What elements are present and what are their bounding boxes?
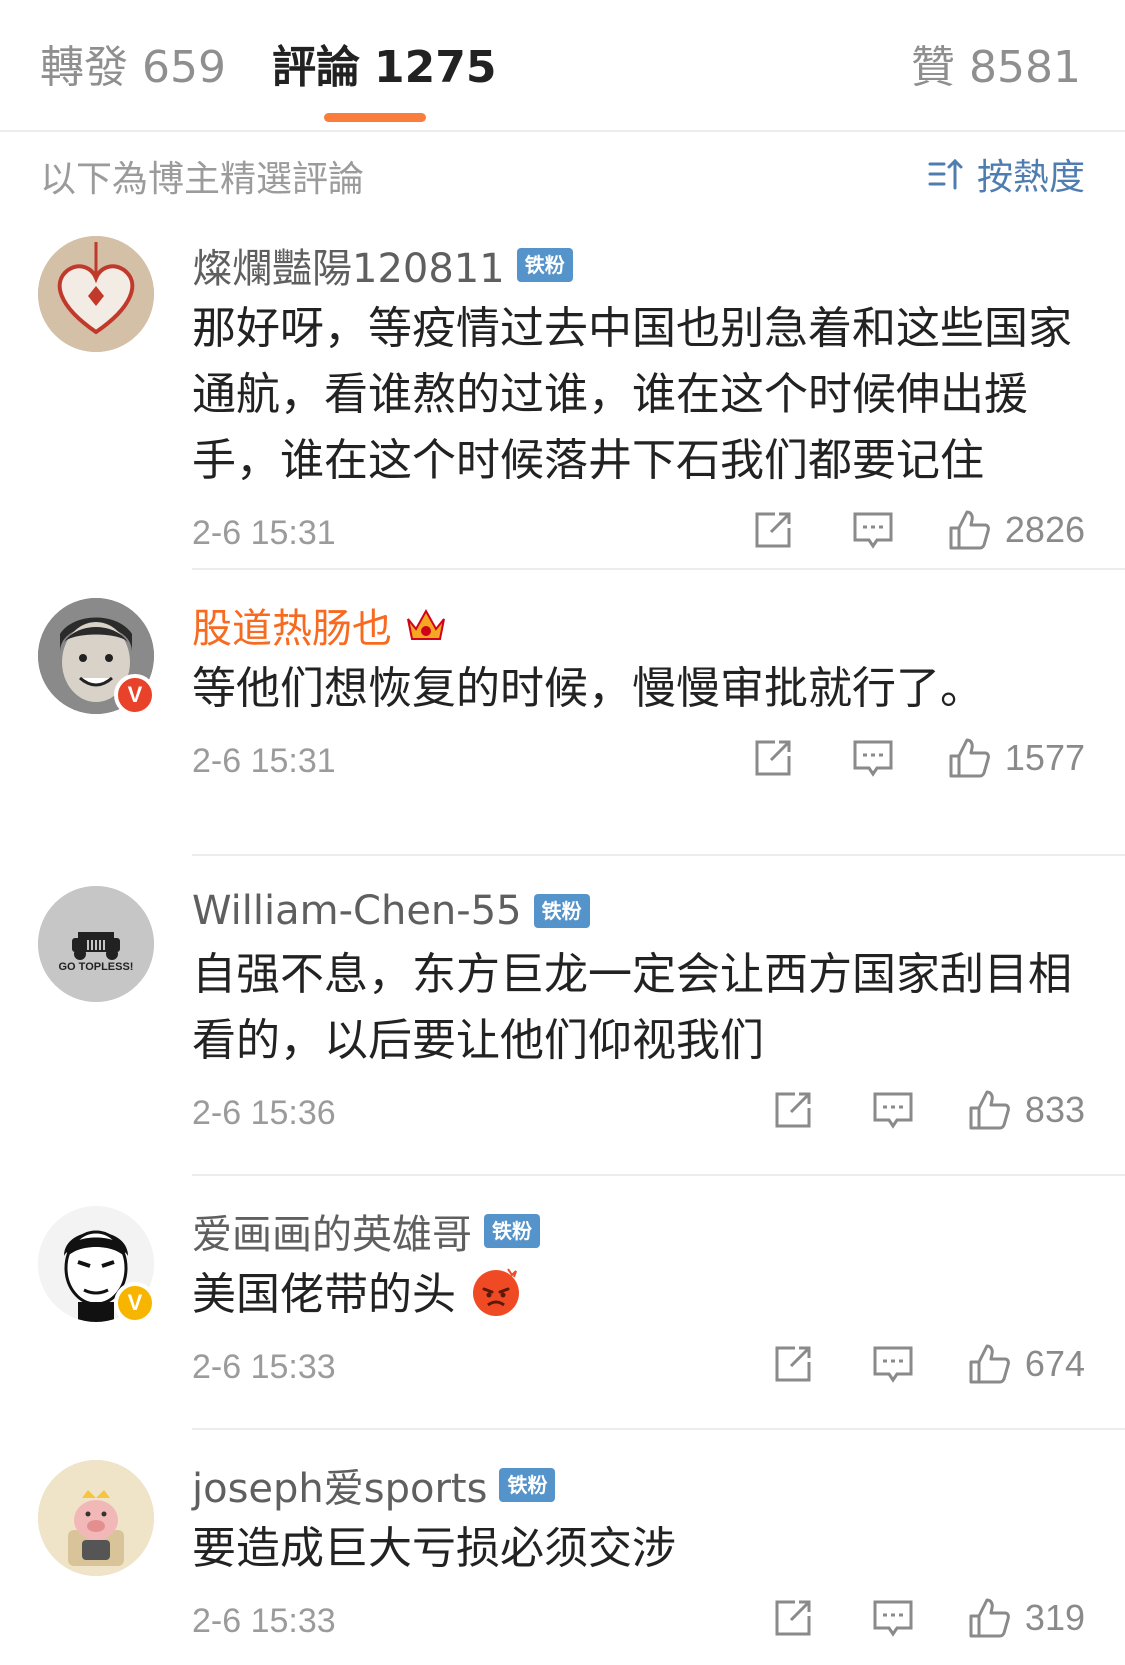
comment-item: joseph爱sports 铁粉 要造成巨大亏损必须交涉 2-6 15:33 3… (0, 1430, 1125, 1665)
like-button[interactable]: 2826 (947, 508, 1085, 552)
comment-icon[interactable] (871, 1596, 915, 1640)
comment-time: 2-6 15:36 (192, 1094, 336, 1132)
comment-time: 2-6 15:33 (192, 1602, 336, 1640)
share-icon[interactable] (751, 736, 795, 780)
username[interactable]: 爱画画的英雄哥 (192, 1202, 472, 1260)
thumbs-up-icon (949, 738, 990, 778)
comment-icon[interactable] (851, 736, 895, 780)
active-tab-indicator (324, 113, 426, 122)
comment-item: V 股道热肠也 等他们想恢复的时候，慢慢审批就行了。 2-6 15:31 157… (0, 570, 1125, 856)
tab-likes-count: 8581 (969, 42, 1081, 93)
comment-body: 燦爛豔陽120811 铁粉 那好呀，等疫情过去中国也别急着和这些国家通航，看谁熬… (192, 236, 1085, 564)
like-count: 2826 (1004, 509, 1085, 550)
tab-reposts-count: 659 (142, 42, 226, 93)
jeep-avatar[interactable]: GO TOPLESS! (38, 886, 154, 1002)
tab-reposts-label: 轉發 (40, 42, 128, 93)
username[interactable]: 股道热肠也 (192, 596, 392, 654)
like-button[interactable]: 833 (967, 1088, 1085, 1132)
like-count: 833 (1024, 1089, 1085, 1130)
comment-text: 等他们想恢复的时候，慢慢审批就行了。 (192, 663, 984, 714)
avatar-text: GO TOPLESS! (59, 961, 134, 973)
angry-face-emoji (473, 1268, 519, 1316)
username[interactable]: joseph爱sports (192, 1456, 487, 1514)
comment-item: 燦爛豔陽120811 铁粉 那好呀，等疫情过去中国也别急着和这些国家通航，看谁熬… (0, 216, 1125, 570)
comment-item: GO TOPLESS! William-Chen-55 铁粉 自强不息，东方巨龙… (0, 856, 1125, 1176)
sort-icon (928, 158, 963, 190)
like-button[interactable]: 319 (967, 1596, 1085, 1640)
like-count: 674 (1024, 1343, 1085, 1384)
heart-ornament-avatar[interactable] (38, 236, 154, 352)
like-button[interactable]: 1577 (947, 736, 1085, 780)
share-icon[interactable] (771, 1596, 815, 1640)
cartoon-man-avatar[interactable]: V (38, 1206, 156, 1324)
share-icon[interactable] (751, 508, 795, 552)
fan-badge: 铁粉 (516, 248, 573, 282)
tab-likes-label: 贊 (911, 42, 956, 93)
selected-comments-label: 以下為博主精選評論 (40, 159, 365, 200)
tab-reposts[interactable]: 轉發 659 (40, 40, 226, 96)
thumbs-up-icon (969, 1090, 1010, 1130)
verified-badge: V (114, 1282, 156, 1324)
pig-king-avatar[interactable] (38, 1460, 154, 1576)
tab-comments[interactable]: 評論 1275 (272, 40, 496, 96)
comment-time: 2-6 15:31 (192, 514, 336, 552)
fan-badge: 铁粉 (499, 1468, 556, 1502)
tab-comments-label: 評論 (272, 42, 360, 93)
like-button[interactable]: 674 (967, 1342, 1085, 1386)
like-count: 319 (1024, 1597, 1085, 1638)
username[interactable]: William-Chen-55 (192, 888, 522, 934)
comment-icon[interactable] (851, 508, 895, 552)
thumbs-up-icon (949, 510, 990, 550)
fan-badge: 铁粉 (533, 894, 590, 928)
comment-text: 要造成巨大亏损必须交涉 (192, 1523, 676, 1574)
tab-likes[interactable]: 贊 8581 (911, 40, 1081, 96)
comment-text: 那好呀，等疫情过去中国也别急着和这些国家通航，看谁熬的过谁，谁在这个时候伸出援手… (192, 303, 1072, 486)
child-photo-avatar[interactable]: V (38, 598, 156, 716)
crown-icon (407, 608, 445, 640)
fan-badge: 铁粉 (484, 1214, 540, 1248)
like-count: 1577 (1004, 737, 1085, 778)
share-icon[interactable] (771, 1088, 815, 1132)
comment-time: 2-6 15:31 (192, 742, 336, 780)
tab-bar: 轉發 659 評論 1275 贊 8581 (0, 0, 1125, 132)
sort-label: 按熱度 (976, 157, 1085, 198)
comment-text: 美国佬带的头 (192, 1269, 456, 1320)
comment-body: joseph爱sports 铁粉 要造成巨大亏损必须交涉 2-6 15:33 3… (192, 1456, 1085, 1652)
comment-body: 爱画画的英雄哥 铁粉 美国佬带的头 2-6 15:33 674 (192, 1202, 1085, 1398)
thumbs-up-icon (969, 1344, 1010, 1384)
thumbs-up-icon (969, 1598, 1010, 1638)
sort-by-heat-button[interactable]: 按熱度 (927, 148, 1085, 200)
comment-icon[interactable] (871, 1088, 915, 1132)
comment-body: 股道热肠也 等他们想恢复的时候，慢慢审批就行了。 2-6 15:31 1577 (192, 596, 1085, 792)
comments-subheader: 以下為博主精選評論 按熱度 (0, 132, 1125, 214)
verified-badge: V (114, 674, 156, 716)
comment-text: 自强不息，东方巨龙一定会让西方国家刮目相看的，以后要让他们仰视我们 (192, 949, 1072, 1066)
comment-item: V 爱画画的英雄哥 铁粉 美国佬带的头 2-6 15:33 674 (0, 1176, 1125, 1430)
comment-icon[interactable] (871, 1342, 915, 1386)
share-icon[interactable] (771, 1342, 815, 1386)
comment-time: 2-6 15:33 (192, 1348, 336, 1386)
tab-comments-count: 1275 (374, 42, 497, 93)
comment-body: William-Chen-55 铁粉 自强不息，东方巨龙一定会让西方国家刮目相看… (192, 882, 1085, 1144)
username[interactable]: 燦爛豔陽120811 (192, 236, 505, 294)
